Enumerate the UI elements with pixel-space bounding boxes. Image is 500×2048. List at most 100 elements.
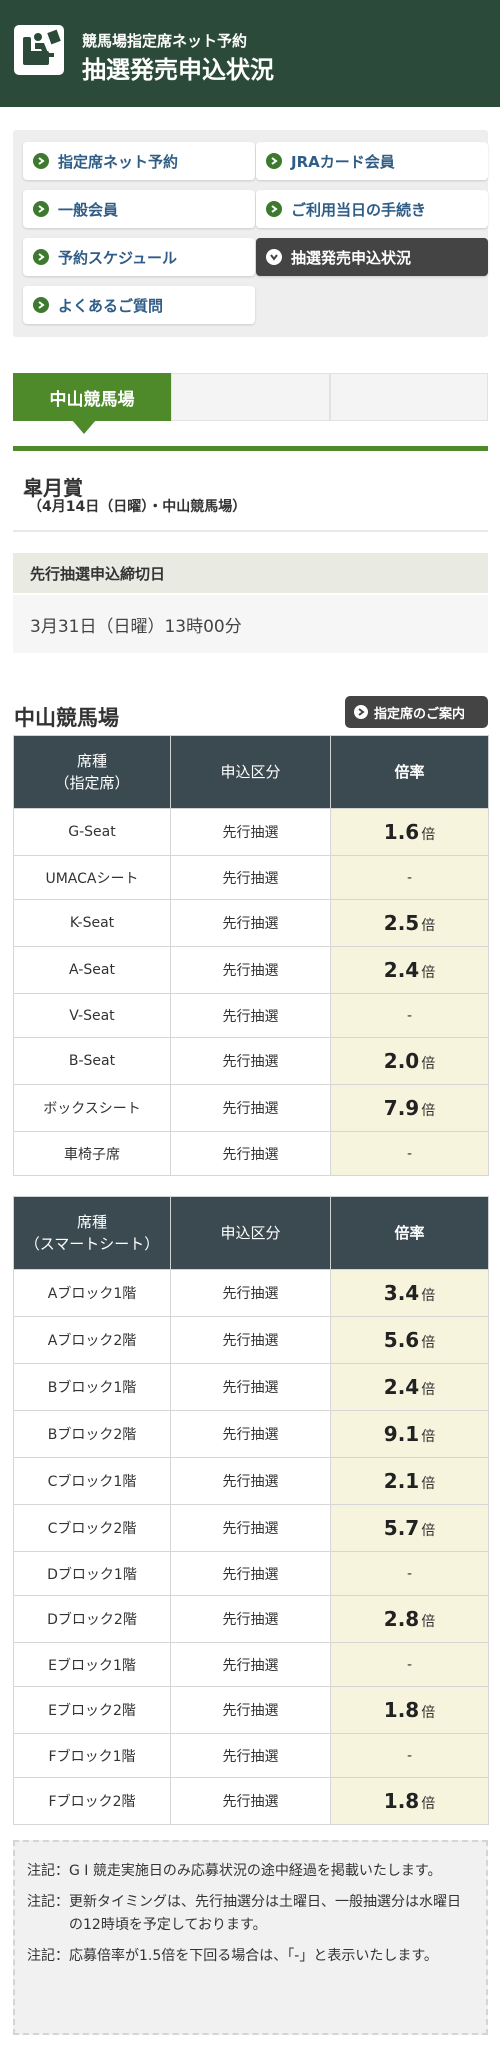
seat-guide-button[interactable]: 指定席のご案内 [345, 696, 488, 728]
rate-value: 2.1 [383, 1469, 420, 1493]
rate-unit: 倍 [421, 1429, 436, 1445]
venue-tabs: 中山競馬場 [13, 373, 488, 423]
note-item: 注記： 応募倍率が1.5倍を下回る場合は、「-」と表示いたします。 [27, 1945, 474, 1968]
tab-nakayama[interactable]: 中山競馬場 [13, 373, 171, 421]
nav-general-member-button[interactable]: 一般会員 [23, 190, 255, 228]
table-row: Eブロック2階 先行抽選 1.8 倍 [13, 1686, 489, 1734]
nav-item-label: 予約スケジュール [58, 248, 177, 267]
page-header: 競馬場指定席ネット予約 抽選発売申込状況 [0, 0, 500, 107]
table-header-row: 席種 （指定席） 申込区分 倍率 [13, 735, 489, 809]
column-header-type: 申込区分 [170, 735, 331, 809]
application-type-cell: 先行抽選 [170, 1733, 331, 1778]
rate-value: 5.7 [383, 1516, 420, 1540]
rate-unit: 倍 [421, 965, 436, 981]
seat-type-cell: K-Seat [13, 899, 171, 947]
nav-jra-card-button[interactable]: JRAカード会員 [256, 142, 488, 180]
nav-item-label: よくあるご質問 [58, 296, 164, 315]
rate-cell: 1.8 倍 [330, 1686, 489, 1734]
application-type-cell: 先行抽選 [170, 1595, 331, 1643]
rate-cell: 9.1 倍 [330, 1410, 489, 1458]
seat-type-cell: 車椅子席 [13, 1131, 171, 1176]
rate-unit: 倍 [421, 1103, 436, 1119]
seat-type-cell: Dブロック1階 [13, 1551, 171, 1596]
rate-cell: 3.4 倍 [330, 1269, 489, 1317]
seat-type-cell: UMACAシート [13, 855, 171, 900]
seat-guide-label: 指定席のご案内 [374, 706, 466, 722]
application-type-cell: 先行抽選 [170, 1504, 331, 1552]
rate-value: 2.5 [383, 911, 420, 935]
rate-cell: 7.9 倍 [330, 1084, 489, 1132]
rate-unit: 倍 [421, 918, 436, 934]
rate-cell: 2.0 倍 [330, 1037, 489, 1085]
seat-type-cell: Aブロック2階 [13, 1316, 171, 1364]
column-header-type: 申込区分 [170, 1196, 331, 1270]
application-type-cell: 先行抽選 [170, 808, 331, 856]
rate-unit: 倍 [421, 1476, 436, 1492]
application-type-cell: 先行抽選 [170, 1551, 331, 1596]
rate-cell: - [330, 855, 489, 900]
rate-cell: 1.6 倍 [330, 808, 489, 856]
rate-value: - [406, 1565, 413, 1582]
table-row: Cブロック2階 先行抽選 5.7 倍 [13, 1504, 489, 1552]
application-type-cell: 先行抽選 [170, 1642, 331, 1687]
seat-type-cell: ボックスシート [13, 1084, 171, 1132]
table-row: Aブロック1階 先行抽選 3.4 倍 [13, 1269, 489, 1317]
chevron-right-icon [33, 297, 49, 313]
nav-day-procedure-button[interactable]: ご利用当日の手続き [256, 190, 488, 228]
rate-value: 2.8 [383, 1607, 420, 1631]
chevron-right-icon [266, 153, 282, 169]
rate-cell: - [330, 993, 489, 1038]
rate-cell: 2.4 倍 [330, 1363, 489, 1411]
rate-value: 2.4 [383, 1375, 420, 1399]
seat-type-cell: Bブロック1階 [13, 1363, 171, 1411]
application-type-cell: 先行抽選 [170, 1777, 331, 1825]
note-label: 注記： [27, 1948, 69, 1964]
rate-cell: - [330, 1551, 489, 1596]
rate-cell: - [330, 1733, 489, 1778]
seat-type-cell: Bブロック2階 [13, 1410, 171, 1458]
nav-item-label: JRAカード会員 [291, 152, 395, 171]
column-header-seat: 席種 （スマートシート） [13, 1196, 171, 1270]
seat-type-cell: V-Seat [13, 993, 171, 1038]
application-type-cell: 先行抽選 [170, 1269, 331, 1317]
column-header-rate: 倍率 [330, 1196, 489, 1270]
chevron-right-icon [33, 249, 49, 265]
application-type-cell: 先行抽選 [170, 1410, 331, 1458]
application-type-cell: 先行抽選 [170, 1363, 331, 1411]
rate-value: 3.4 [383, 1281, 420, 1305]
chevron-right-icon [33, 201, 49, 217]
note-item: 注記： 更新タイミングは、先行抽選分は土曜日、一般抽選分は水曜日の12時頃を予定… [27, 1891, 474, 1937]
seat-type-cell: Fブロック1階 [13, 1733, 171, 1778]
rate-value: 2.4 [383, 958, 420, 982]
chevron-right-icon [354, 705, 368, 719]
rate-value: - [406, 1747, 413, 1764]
table-header-row: 席種 （スマートシート） 申込区分 倍率 [13, 1196, 489, 1270]
note-label: 注記： [27, 1863, 69, 1879]
application-type-cell: 先行抽選 [170, 1131, 331, 1176]
rate-value: - [406, 1656, 413, 1673]
rate-value: 2.0 [383, 1049, 420, 1073]
column-header-seat: 席種 （指定席） [13, 735, 171, 809]
rate-value: 7.9 [383, 1096, 420, 1120]
table-row: Aブロック2階 先行抽選 5.6 倍 [13, 1316, 489, 1364]
nav-faq-button[interactable]: よくあるご質問 [23, 286, 255, 324]
seat-type-cell: A-Seat [13, 946, 171, 994]
note-item: 注記： G I 競走実施日のみ応募状況の途中経過を掲載いたします。 [27, 1860, 474, 1883]
table-row: Cブロック1階 先行抽選 2.1 倍 [13, 1457, 489, 1505]
rate-unit: 倍 [421, 1335, 436, 1351]
table-row: Dブロック1階 先行抽選 - [13, 1551, 489, 1596]
rate-cell: - [330, 1131, 489, 1176]
nav-lottery-status-button[interactable]: 抽選発売申込状況 [256, 238, 488, 276]
venue-heading: 中山競馬場 [14, 706, 119, 730]
table-row: Fブロック1階 先行抽選 - [13, 1733, 489, 1778]
seat-type-cell: G-Seat [13, 808, 171, 856]
reserved-seat-table: 席種 （指定席） 申込区分 倍率 G-Seat 先行抽選 1.6 倍 UMACAシート 先行… [13, 735, 489, 1176]
table-row: Dブロック2階 先行抽選 2.8 倍 [13, 1595, 489, 1643]
rate-unit: 倍 [421, 1705, 436, 1721]
nav-schedule-button[interactable]: 予約スケジュール [23, 238, 255, 276]
nav-reservation-button[interactable]: 指定席ネット予約 [23, 142, 255, 180]
application-type-cell: 先行抽選 [170, 855, 331, 900]
seat-type-cell: Fブロック2階 [13, 1777, 171, 1825]
table-row: UMACAシート 先行抽選 - [13, 855, 489, 900]
chevron-right-icon [266, 201, 282, 217]
